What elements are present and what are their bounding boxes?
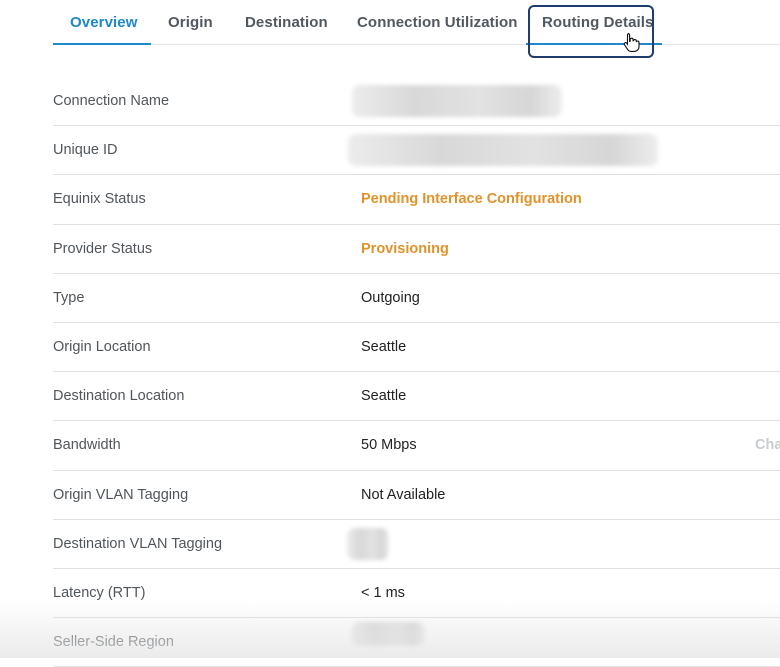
detail-label: Seller-Side Region	[53, 634, 174, 651]
detail-row-provider-status: Provider Status Provisioning	[53, 225, 780, 274]
latency-value: < 1 ms	[361, 584, 405, 601]
type-value: Outgoing	[361, 289, 420, 306]
origin-vlan-tagging-value: Not Available	[361, 486, 446, 503]
detail-row-latency: Latency (RTT) < 1 ms	[53, 569, 780, 619]
detail-row-seller-side-region: Seller-Side Region	[53, 618, 780, 667]
redacted-value	[348, 134, 658, 167]
tab-routing-details-underline	[526, 43, 662, 45]
tab-bar: Overview Origin Destination Connection U…	[0, 0, 780, 58]
destination-location-value: Seattle	[361, 388, 407, 405]
detail-label: Connection Name	[53, 93, 170, 109]
tab-destination[interactable]: Destination	[245, 14, 328, 31]
redacted-value	[347, 527, 389, 560]
hand-pointer-icon	[623, 32, 640, 52]
detail-label: Unique ID	[53, 142, 118, 159]
detail-row-unique-id: Unique ID	[53, 126, 780, 176]
tab-connection-utilization[interactable]: Connection Utilization	[357, 14, 518, 31]
detail-label: Provider Status	[53, 240, 153, 257]
detail-label: Bandwidth	[53, 437, 121, 454]
detail-label: Type	[53, 289, 85, 306]
tab-origin[interactable]: Origin	[168, 14, 213, 31]
detail-row-bandwidth: Bandwidth 50 Mbps Cha	[53, 421, 780, 471]
redacted-value	[351, 622, 425, 647]
tab-overview[interactable]: Overview	[70, 14, 138, 31]
equinix-status-value: Pending Interface Configuration	[361, 191, 582, 208]
detail-row-origin-vlan-tagging: Origin VLAN Tagging Not Available	[53, 471, 780, 520]
tab-routing-details[interactable]: Routing Details	[542, 14, 654, 31]
connection-details-list: Connection Name Unique ID Equinix Status…	[53, 77, 780, 667]
detail-row-type: Type Outgoing	[53, 274, 780, 323]
redacted-value	[352, 85, 562, 117]
detail-row-destination-location: Destination Location Seattle	[53, 372, 780, 422]
bandwidth-value: 50 Mbps	[361, 437, 417, 454]
detail-row-origin-location: Origin Location Seattle	[53, 323, 780, 373]
tab-bar-divider	[53, 44, 780, 45]
detail-row-connection-name: Connection Name	[53, 77, 780, 127]
detail-label: Destination Location	[53, 388, 185, 405]
detail-label: Origin Location	[53, 338, 151, 355]
detail-label: Origin VLAN Tagging	[53, 486, 189, 503]
detail-label: Destination VLAN Tagging	[53, 535, 223, 552]
tab-overview-underline	[53, 43, 151, 45]
provider-status-value: Provisioning	[361, 240, 449, 257]
detail-row-destination-vlan-tagging: Destination VLAN Tagging	[53, 520, 780, 569]
change-bandwidth-link[interactable]: Cha	[755, 437, 780, 453]
origin-location-value: Seattle	[361, 338, 407, 355]
detail-label: Equinix Status	[53, 191, 146, 208]
detail-row-equinix-status: Equinix Status Pending Interface Configu…	[53, 175, 780, 225]
detail-label: Latency (RTT)	[53, 584, 146, 601]
